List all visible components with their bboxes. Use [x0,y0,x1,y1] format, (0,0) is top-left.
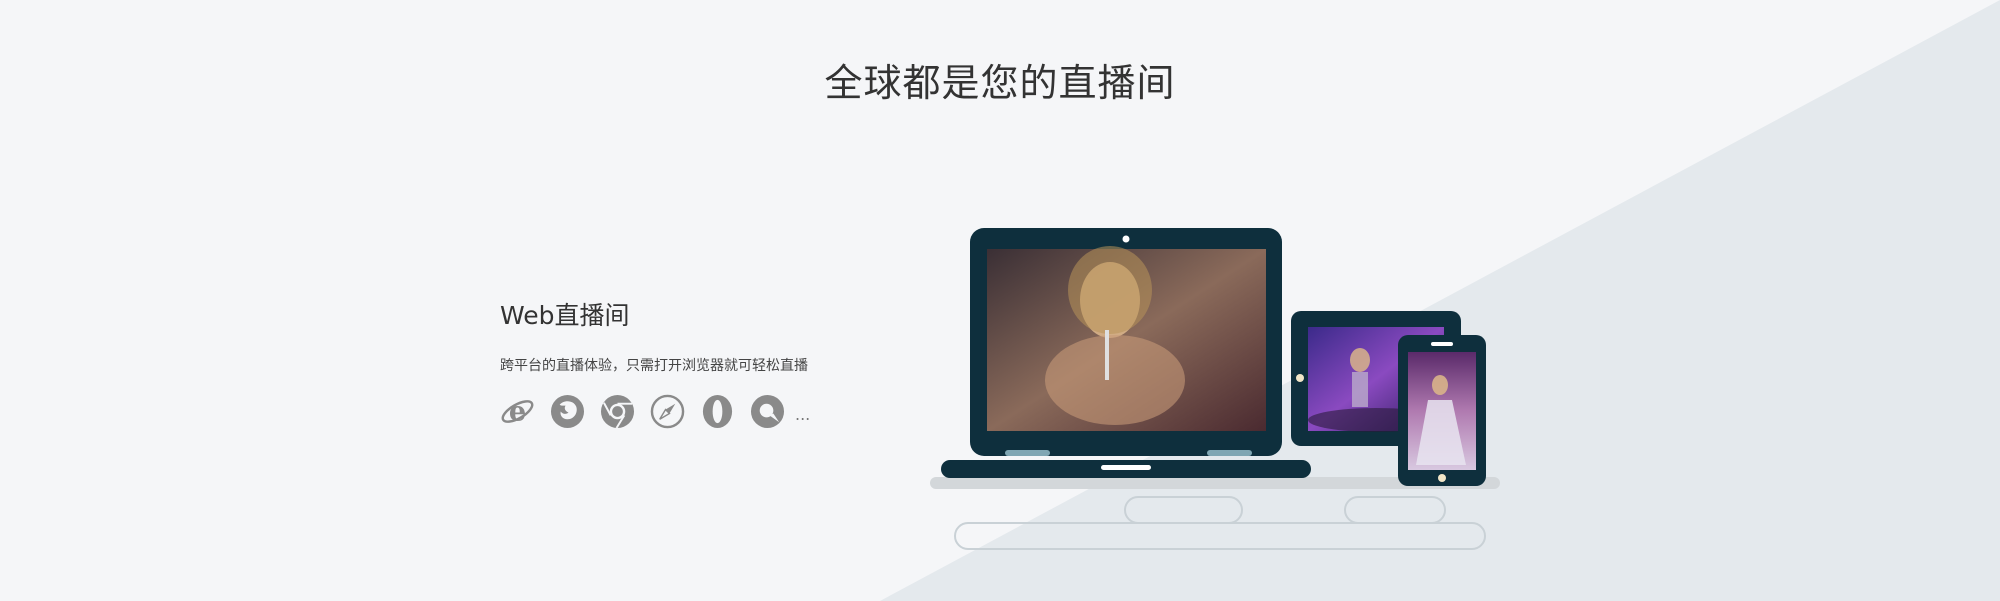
phone [1398,335,1486,486]
floor-outlines [954,496,1486,550]
devices-illustration [930,228,1500,550]
laptop [941,228,1311,478]
